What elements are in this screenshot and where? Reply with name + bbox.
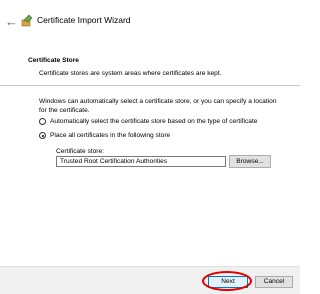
page-title: Certificate Store xyxy=(28,57,79,64)
auto-select-label: Automatically select the certificate sto… xyxy=(50,118,258,125)
certificate-wizard-icon xyxy=(21,14,33,27)
window-title: Certificate Import Wizard xyxy=(37,15,131,25)
place-all-label: Place all certificates in the following … xyxy=(50,132,171,139)
back-arrow-icon[interactable]: ← xyxy=(5,15,18,28)
title-bar: ← Certificate Import Wizard xyxy=(0,0,300,40)
auto-select-radio[interactable] xyxy=(39,118,46,125)
intro-text: Windows can automatically select a certi… xyxy=(39,98,277,114)
certificate-store-field[interactable]: Trusted Root Certification Authorities xyxy=(56,156,226,167)
cancel-button[interactable]: Cancel xyxy=(255,276,293,288)
place-all-option[interactable]: Place all certificates in the following … xyxy=(39,132,170,139)
browse-button[interactable]: Browse... xyxy=(229,155,271,168)
highlight-circle xyxy=(202,271,252,291)
certificate-store-label: Certificate store: xyxy=(56,148,105,155)
auto-select-option[interactable]: Automatically select the certificate sto… xyxy=(39,118,257,125)
header-divider xyxy=(0,85,300,86)
page-description: Certificate stores are system areas wher… xyxy=(39,70,222,77)
place-all-radio[interactable] xyxy=(39,132,46,139)
